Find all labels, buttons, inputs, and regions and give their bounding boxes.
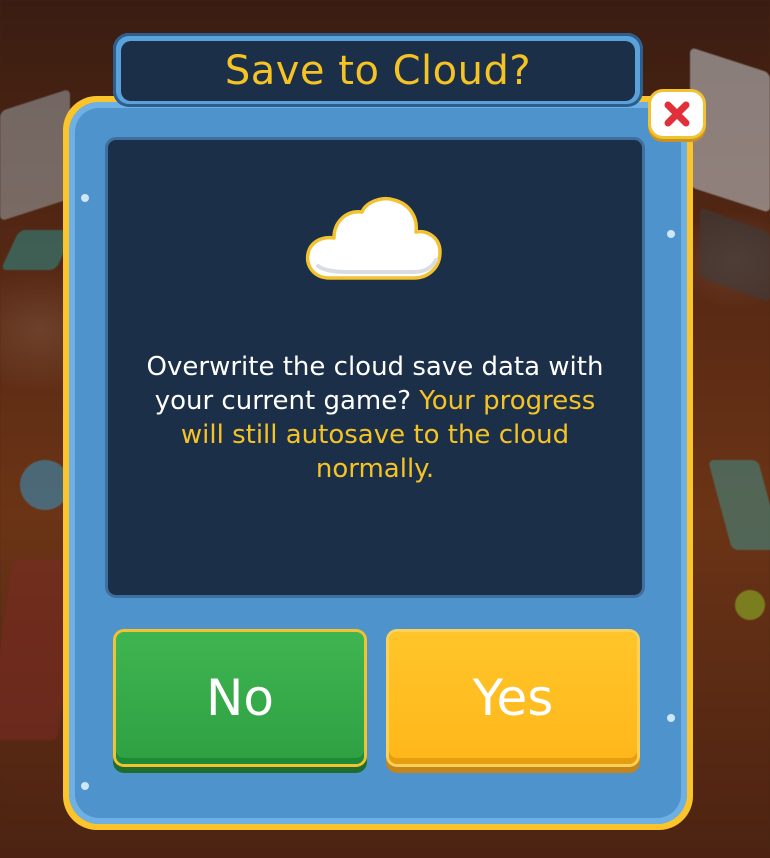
yes-button-label: Yes: [472, 669, 554, 727]
no-button[interactable]: No: [116, 632, 364, 764]
background-building: [700, 207, 770, 303]
rivet-decoration: [81, 194, 89, 202]
close-button[interactable]: [651, 92, 703, 136]
dialog-title-inner: Save to Cloud?: [121, 41, 635, 101]
background-building: [690, 47, 770, 213]
background-object: [735, 590, 765, 620]
yes-button[interactable]: Yes: [389, 632, 637, 764]
background-building: [0, 88, 70, 222]
no-button-label: No: [206, 669, 274, 727]
rivet-decoration: [667, 714, 675, 722]
dialog-title-bar: Save to Cloud?: [113, 33, 643, 107]
rivet-decoration: [667, 230, 675, 238]
background-object: [707, 460, 770, 550]
close-icon: [664, 101, 690, 127]
dialog-title: Save to Cloud?: [224, 48, 532, 94]
cloud-icon: [305, 197, 442, 280]
dialog-message: Overwrite the cloud save data with your …: [130, 350, 620, 486]
rivet-decoration: [81, 782, 89, 790]
